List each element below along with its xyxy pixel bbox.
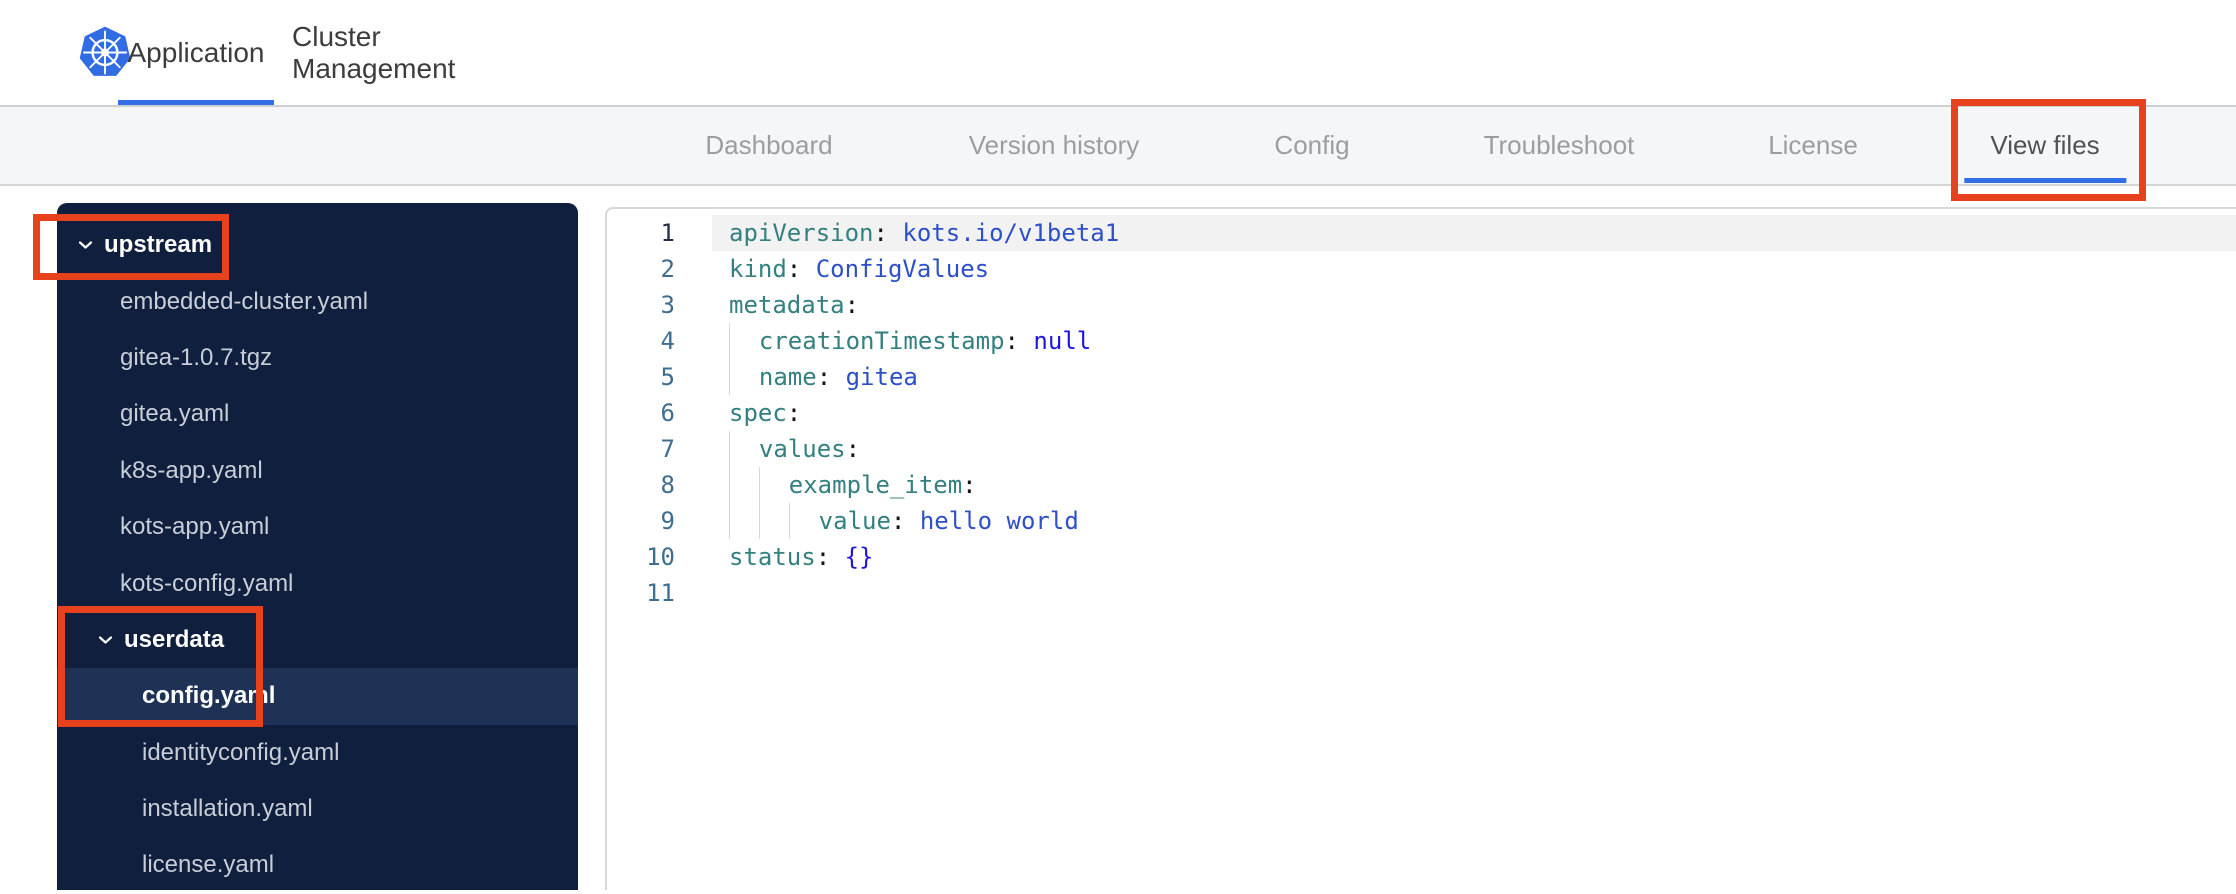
code-line-9: 9 value: hello world bbox=[607, 503, 2236, 539]
code-text: values: bbox=[712, 431, 2236, 467]
code-text: value: hello world bbox=[712, 503, 2236, 539]
folder-label: upstream bbox=[104, 231, 213, 259]
line-number: 4 bbox=[660, 327, 675, 355]
file-label: embedded-cluster.yaml bbox=[120, 287, 369, 315]
primary-tab-label: Cluster Management bbox=[292, 20, 456, 84]
line-number: 7 bbox=[660, 435, 675, 463]
subnav-tab-troubleshoot[interactable]: Troubleshoot bbox=[1484, 107, 1635, 184]
indent-guide bbox=[729, 431, 759, 467]
chevron-down-icon bbox=[78, 240, 93, 250]
line-number: 5 bbox=[660, 363, 675, 391]
code-line-4: 4 creationTimestamp: null bbox=[607, 323, 2236, 359]
subnav-tab-config[interactable]: Config bbox=[1274, 107, 1349, 184]
tree-item-installation-yaml[interactable]: installation.yaml bbox=[57, 781, 578, 837]
line-number: 8 bbox=[660, 471, 675, 499]
code-text: metadata: bbox=[729, 291, 860, 319]
code-line-7: 7 values: bbox=[607, 431, 2236, 467]
code-text: kind: ConfigValues bbox=[729, 255, 990, 283]
folder-label: userdata bbox=[124, 625, 225, 653]
tree-item-embedded-cluster-yaml[interactable]: embedded-cluster.yaml bbox=[57, 273, 578, 329]
active-tab-underline bbox=[118, 100, 274, 105]
file-editor[interactable]: 1 apiVersion: kots.io/v1beta1 2 kind: Confi… bbox=[605, 207, 2236, 890]
subnav-tab-label: License bbox=[1768, 130, 1858, 160]
app-header: Application Cluster Management bbox=[0, 0, 2236, 107]
file-tree: upstream embedded-cluster.yaml gitea-1.0.7… bbox=[57, 217, 578, 894]
file-label: gitea-1.0.7.tgz bbox=[120, 343, 273, 371]
line-number: 2 bbox=[660, 255, 675, 283]
subnav-tab-label: Troubleshoot bbox=[1483, 130, 1635, 160]
code-text: name: gitea bbox=[712, 359, 2236, 395]
subnav-tab-dashboard[interactable]: Dashboard bbox=[705, 107, 832, 184]
indent-guide bbox=[729, 359, 759, 395]
line-number: 3 bbox=[660, 291, 675, 319]
line-number: 9 bbox=[660, 507, 675, 535]
tree-item-kots-app-yaml[interactable]: kots-app.yaml bbox=[57, 499, 578, 555]
code-line-1: 1 apiVersion: kots.io/v1beta1 bbox=[607, 215, 2236, 251]
line-number: 10 bbox=[646, 543, 675, 571]
indent-guide bbox=[729, 323, 759, 359]
file-label: gitea.yaml bbox=[120, 400, 230, 428]
file-label: installation.yaml bbox=[142, 795, 313, 823]
subnav-tab-version-history[interactable]: Version history bbox=[969, 107, 1140, 184]
file-label: kots-app.yaml bbox=[120, 513, 270, 541]
tree-item-config-yaml[interactable]: config.yaml bbox=[57, 668, 578, 725]
tree-item-license-yaml[interactable]: license.yaml bbox=[57, 837, 578, 893]
indent-guide bbox=[758, 503, 789, 539]
code-line-3: 3 metadata: bbox=[607, 287, 2236, 323]
subnav-tab-view-files[interactable]: View files bbox=[1963, 107, 2126, 184]
code-line-11: 11 bbox=[607, 575, 2236, 611]
tree-item-upstream[interactable]: upstream bbox=[57, 217, 578, 273]
file-label: k8s-app.yaml bbox=[120, 456, 263, 484]
primary-tab-application[interactable]: Application bbox=[118, 0, 274, 105]
subnav-tab-label: Dashboard bbox=[705, 130, 833, 160]
code-line-6: 6 spec: bbox=[607, 395, 2236, 431]
line-number: 11 bbox=[646, 579, 675, 607]
subnav-tab-license[interactable]: License bbox=[1768, 107, 1858, 184]
file-label: kots-config.yaml bbox=[120, 569, 294, 597]
tree-item-userdata[interactable]: userdata bbox=[57, 612, 578, 668]
code-text: example_item: bbox=[712, 467, 2236, 503]
app-subnav: Dashboard Version history Config Troublesho… bbox=[0, 107, 2236, 186]
file-label: identityconfig.yaml bbox=[142, 738, 340, 766]
code-text: creationTimestamp: null bbox=[712, 323, 2236, 359]
subnav-tab-label: Version history bbox=[968, 130, 1140, 160]
active-subnav-underline bbox=[1963, 178, 2126, 183]
code-line-5: 5 name: gitea bbox=[607, 359, 2236, 395]
code-text: status: {} bbox=[729, 543, 874, 571]
tree-item-gitea-yaml[interactable]: gitea.yaml bbox=[57, 386, 578, 442]
indent-guide bbox=[758, 467, 789, 503]
line-number: 1 bbox=[660, 219, 675, 247]
code-lines: 1 apiVersion: kots.io/v1beta1 2 kind: Confi… bbox=[607, 215, 2236, 611]
line-number: 6 bbox=[660, 399, 675, 427]
indent-guide bbox=[788, 503, 819, 539]
indent-guide bbox=[729, 467, 759, 503]
file-label: config.yaml bbox=[142, 682, 276, 710]
tree-item-kots-config-yaml[interactable]: kots-config.yaml bbox=[57, 555, 578, 611]
code-line-10: 10 status: {} bbox=[607, 539, 2236, 575]
subnav-tab-label: View files bbox=[1990, 130, 2100, 160]
code-text: apiVersion: kots.io/v1beta1 bbox=[712, 215, 2236, 251]
code-line-8: 8 example_item: bbox=[607, 467, 2236, 503]
subnav-tab-label: Config bbox=[1274, 130, 1350, 160]
code-line-2: 2 kind: ConfigValues bbox=[607, 251, 2236, 287]
chevron-down-icon bbox=[98, 635, 113, 645]
primary-tab-label: Application bbox=[127, 36, 265, 68]
primary-tab-cluster-management[interactable]: Cluster Management bbox=[292, 0, 504, 105]
indent-guide bbox=[729, 503, 759, 539]
tree-item-gitea-1-0-7-tgz[interactable]: gitea-1.0.7.tgz bbox=[57, 330, 578, 386]
file-tree-sidebar: upstream embedded-cluster.yaml gitea-1.0.7… bbox=[57, 203, 578, 890]
tree-item-identityconfig-yaml[interactable]: identityconfig.yaml bbox=[57, 725, 578, 781]
tree-item-k8s-app-yaml[interactable]: k8s-app.yaml bbox=[57, 443, 578, 499]
code-text: spec: bbox=[729, 399, 802, 427]
file-label: license.yaml bbox=[142, 851, 275, 879]
